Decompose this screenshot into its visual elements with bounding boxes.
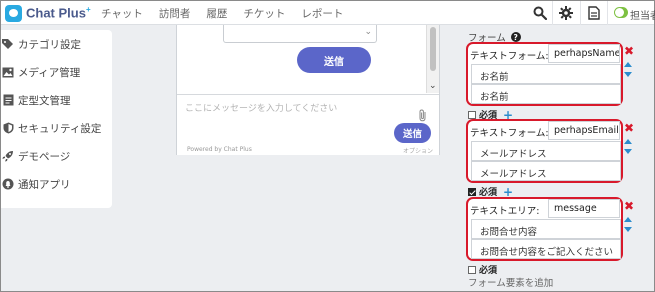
search-button[interactable] — [529, 4, 551, 22]
image-icon — [1, 65, 15, 79]
message-input-area: ここにメッセージを入力してください 送信 Powered by Chat Plu… — [177, 94, 439, 155]
template-icon — [1, 93, 15, 107]
move-down-icon — [624, 227, 632, 232]
chevron-down-icon: ⌄ — [364, 27, 372, 37]
reorder-arrows[interactable] — [624, 139, 632, 154]
assignee-label[interactable]: 担当者 — [630, 7, 655, 22]
search-icon — [529, 4, 551, 22]
delete-field-icon[interactable]: ✖ — [624, 121, 634, 135]
logo-icon — [5, 4, 22, 22]
nav-item-reports[interactable]: レポート — [301, 6, 343, 21]
nav-item-history[interactable]: 履歴 — [206, 6, 227, 21]
move-down-icon — [624, 149, 632, 154]
preview-select[interactable]: ⌄ — [223, 25, 377, 43]
chat-send-button[interactable]: 送信 — [394, 123, 431, 143]
move-up-icon — [624, 217, 632, 222]
move-up-icon — [624, 62, 632, 67]
tag-icon — [1, 37, 15, 51]
delete-field-icon[interactable]: ✖ — [624, 44, 634, 58]
field-label-input[interactable]: お名前 — [471, 64, 621, 84]
sidebar-item-security[interactable]: セキュリティ設定 — [1, 118, 112, 138]
top-bar: Chat Plus+ チャット 訪問者 履歴 チケット レポート 担当者 — [1, 1, 655, 25]
move-up-icon — [624, 139, 632, 144]
logo[interactable]: Chat Plus+ — [5, 4, 91, 22]
field-type-label: テキストフォーム: — [470, 128, 549, 139]
help-icon[interactable]: ? — [510, 32, 521, 42]
sidebar-item-category[interactable]: カテゴリ設定 — [1, 34, 112, 54]
document-icon — [583, 4, 605, 22]
form-field-group-message: テキストエリア: message お問合せ内容 お問合せ内容をご記入ください — [466, 197, 623, 261]
gear-icon — [555, 4, 577, 22]
form-field-group-name: テキストフォーム: perhapsName お名前 お名前 — [466, 42, 623, 106]
form-field-group-email: テキストフォーム: perhapsEmail メールアドレス メールアドレス — [466, 119, 623, 183]
add-field-icon[interactable]: + — [503, 186, 513, 198]
field-placeholder-input[interactable]: お名前 — [471, 84, 621, 104]
field-placeholder-input[interactable]: メールアドレス — [471, 161, 621, 181]
required-checkbox[interactable] — [468, 265, 476, 274]
sidebar-item-label: 定型文管理 — [18, 94, 71, 107]
field-name-input[interactable]: perhapsEmail — [548, 121, 620, 140]
message-input[interactable]: ここにメッセージを入力してください — [185, 101, 337, 114]
required-checkbox[interactable] — [468, 110, 476, 119]
sidebar-item-label: デモページ — [18, 150, 71, 163]
preview-scrollbar[interactable]: ⌄ — [426, 25, 439, 93]
field-placeholder-input[interactable]: お問合せ内容をご記入ください — [471, 239, 621, 259]
add-form-element-link[interactable]: フォーム要素を追加 — [468, 275, 553, 289]
settings-button[interactable] — [555, 4, 577, 22]
chat-preview: ⌄ 送信 ⌄ ここにメッセージを入力してください 送信 Powered by C… — [176, 25, 440, 155]
powered-by-text[interactable]: Powered by Chat Plus — [187, 146, 252, 153]
sidebar-item-demo[interactable]: デモページ — [1, 146, 112, 166]
field-type-label: テキストエリア: — [470, 206, 540, 217]
nav-item-chat[interactable]: チャット — [101, 6, 143, 21]
sidebar-item-notify-app[interactable]: 通知アプリ — [1, 174, 112, 194]
required-checkbox[interactable] — [468, 187, 476, 196]
chat-message-area: ⌄ 送信 — [177, 25, 428, 93]
shield-icon — [1, 121, 15, 135]
bell-icon — [1, 177, 15, 191]
field-type-label: テキストフォーム: — [470, 51, 549, 62]
preview-form-send-button[interactable]: 送信 — [297, 47, 371, 73]
reorder-arrows[interactable] — [624, 62, 632, 77]
sidebar-item-label: メディア管理 — [18, 66, 81, 79]
move-down-icon — [624, 72, 632, 77]
nav-item-tickets[interactable]: チケット — [243, 6, 285, 21]
logo-text: Chat Plus+ — [26, 5, 91, 21]
add-field-icon[interactable]: + — [503, 109, 513, 121]
sidebar-item-label: 通知アプリ — [18, 178, 71, 191]
delete-field-icon[interactable]: ✖ — [624, 199, 634, 213]
sidebar-item-label: カテゴリ設定 — [18, 38, 81, 51]
scrollbar-thumb[interactable] — [430, 27, 436, 71]
sidebar-item-label: セキュリティ設定 — [18, 122, 102, 135]
form-editor: フォーム ? テキストフォーム: perhapsName お名前 お名前 ✖ 必… — [462, 25, 655, 292]
nav-item-visitors[interactable]: 訪問者 — [159, 6, 191, 21]
scroll-down-icon[interactable]: ⌄ — [429, 81, 437, 91]
availability-toggle[interactable] — [614, 7, 628, 18]
sidebar-item-media[interactable]: メディア管理 — [1, 62, 112, 82]
sidebar-item-templates[interactable]: 定型文管理 — [1, 90, 112, 110]
main-nav: チャット 訪問者 履歴 チケット レポート — [101, 6, 359, 21]
document-button[interactable] — [583, 4, 605, 22]
field-name-input[interactable]: message — [548, 199, 620, 218]
field-label-input[interactable]: お問合せ内容 — [471, 219, 621, 239]
settings-sidebar: カテゴリ設定 メディア管理 定型文管理 セキュリティ設定 デモページ 通知アプリ — [1, 30, 112, 208]
rocket-icon — [1, 149, 15, 163]
reorder-arrows[interactable] — [624, 217, 632, 232]
field-label-input[interactable]: メールアドレス — [471, 141, 621, 161]
field-name-input[interactable]: perhapsName — [548, 44, 620, 63]
option-text: オプション — [403, 148, 434, 155]
